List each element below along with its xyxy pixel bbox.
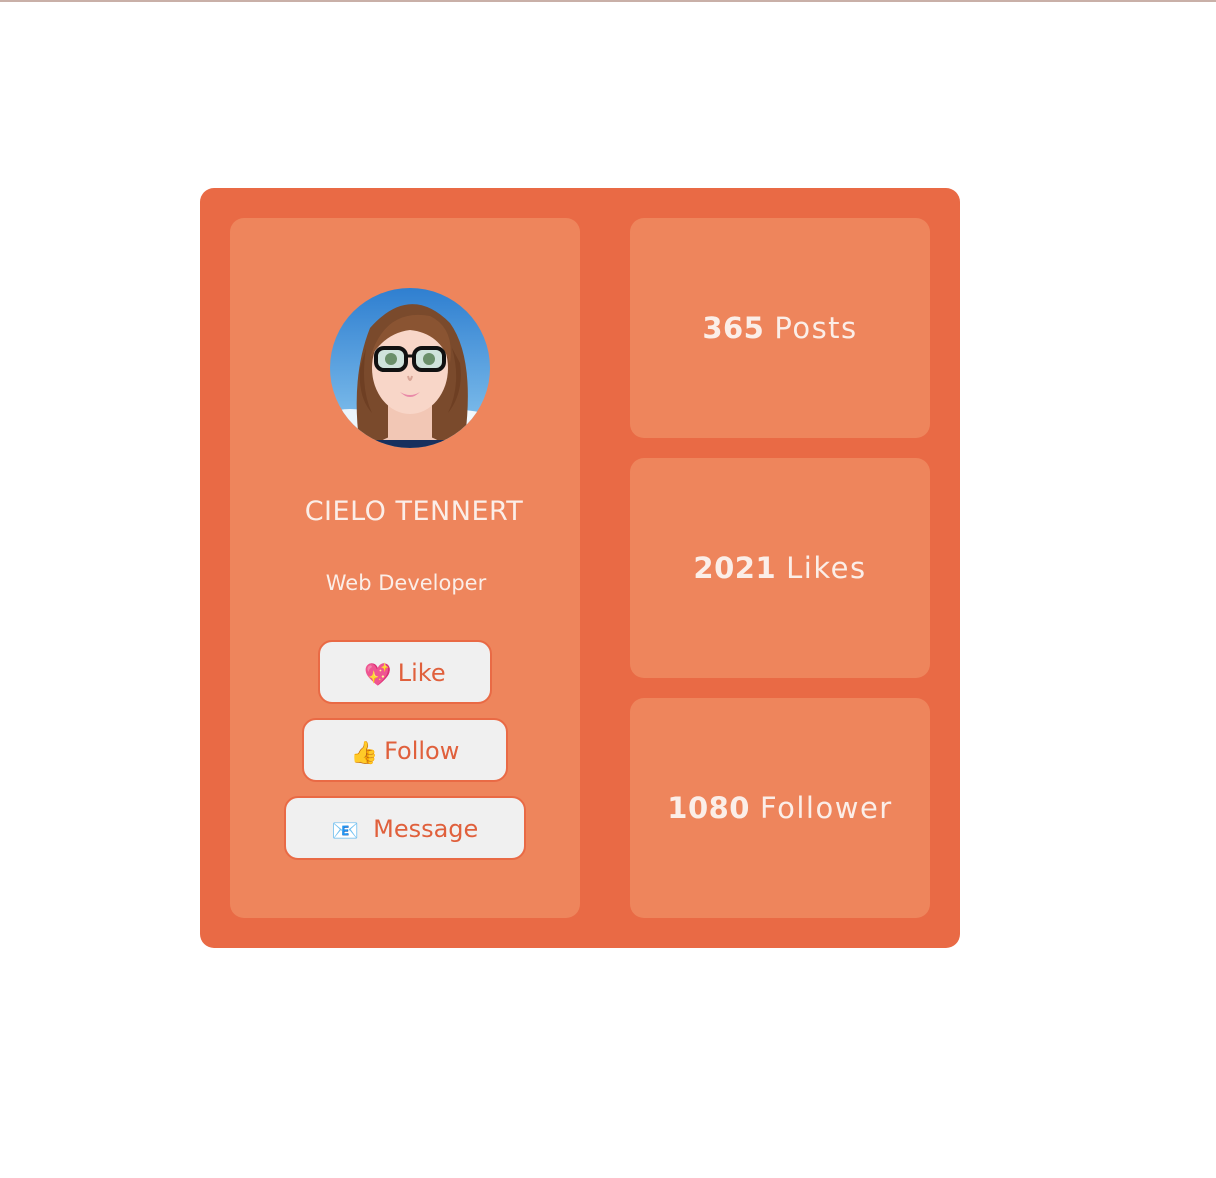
like-label: Like (397, 659, 446, 687)
stat-posts-label: Posts (774, 311, 858, 345)
envelope-icon: 📧 (331, 819, 360, 844)
follow-label: Follow (384, 737, 460, 765)
stat-followers-label: Follower (759, 791, 893, 825)
profile-name: CIELO TENNERT (304, 496, 524, 527)
stat-followers: 1080 Follower (630, 698, 930, 918)
avatar-illustration (330, 288, 490, 448)
like-button[interactable]: 💖 Like (318, 640, 492, 704)
stat-likes-label: Likes (786, 551, 867, 585)
profile-role: Web Developer (325, 571, 487, 595)
profile-panel: CIELO TENNERT Web Developer 💖 Like 👍 Follo… (230, 218, 580, 918)
stat-posts-value: 365 (702, 311, 765, 345)
stat-likes: 2021 Likes (630, 458, 930, 678)
sparkling-heart-icon: 💖 (364, 663, 392, 688)
stat-likes-value: 2021 (693, 551, 777, 585)
thumbs-up-icon: 👍 (350, 741, 379, 766)
message-label: Message (373, 815, 479, 843)
stat-posts: 365 Posts (630, 218, 930, 438)
top-divider (0, 0, 1216, 2)
follow-button[interactable]: 👍 Follow (302, 718, 508, 782)
stat-followers-value: 1080 (667, 791, 750, 825)
message-button[interactable]: 📧 Message (284, 796, 526, 860)
profile-card: CIELO TENNERT Web Developer 💖 Like 👍 Follo… (200, 188, 960, 948)
avatar (330, 288, 490, 448)
